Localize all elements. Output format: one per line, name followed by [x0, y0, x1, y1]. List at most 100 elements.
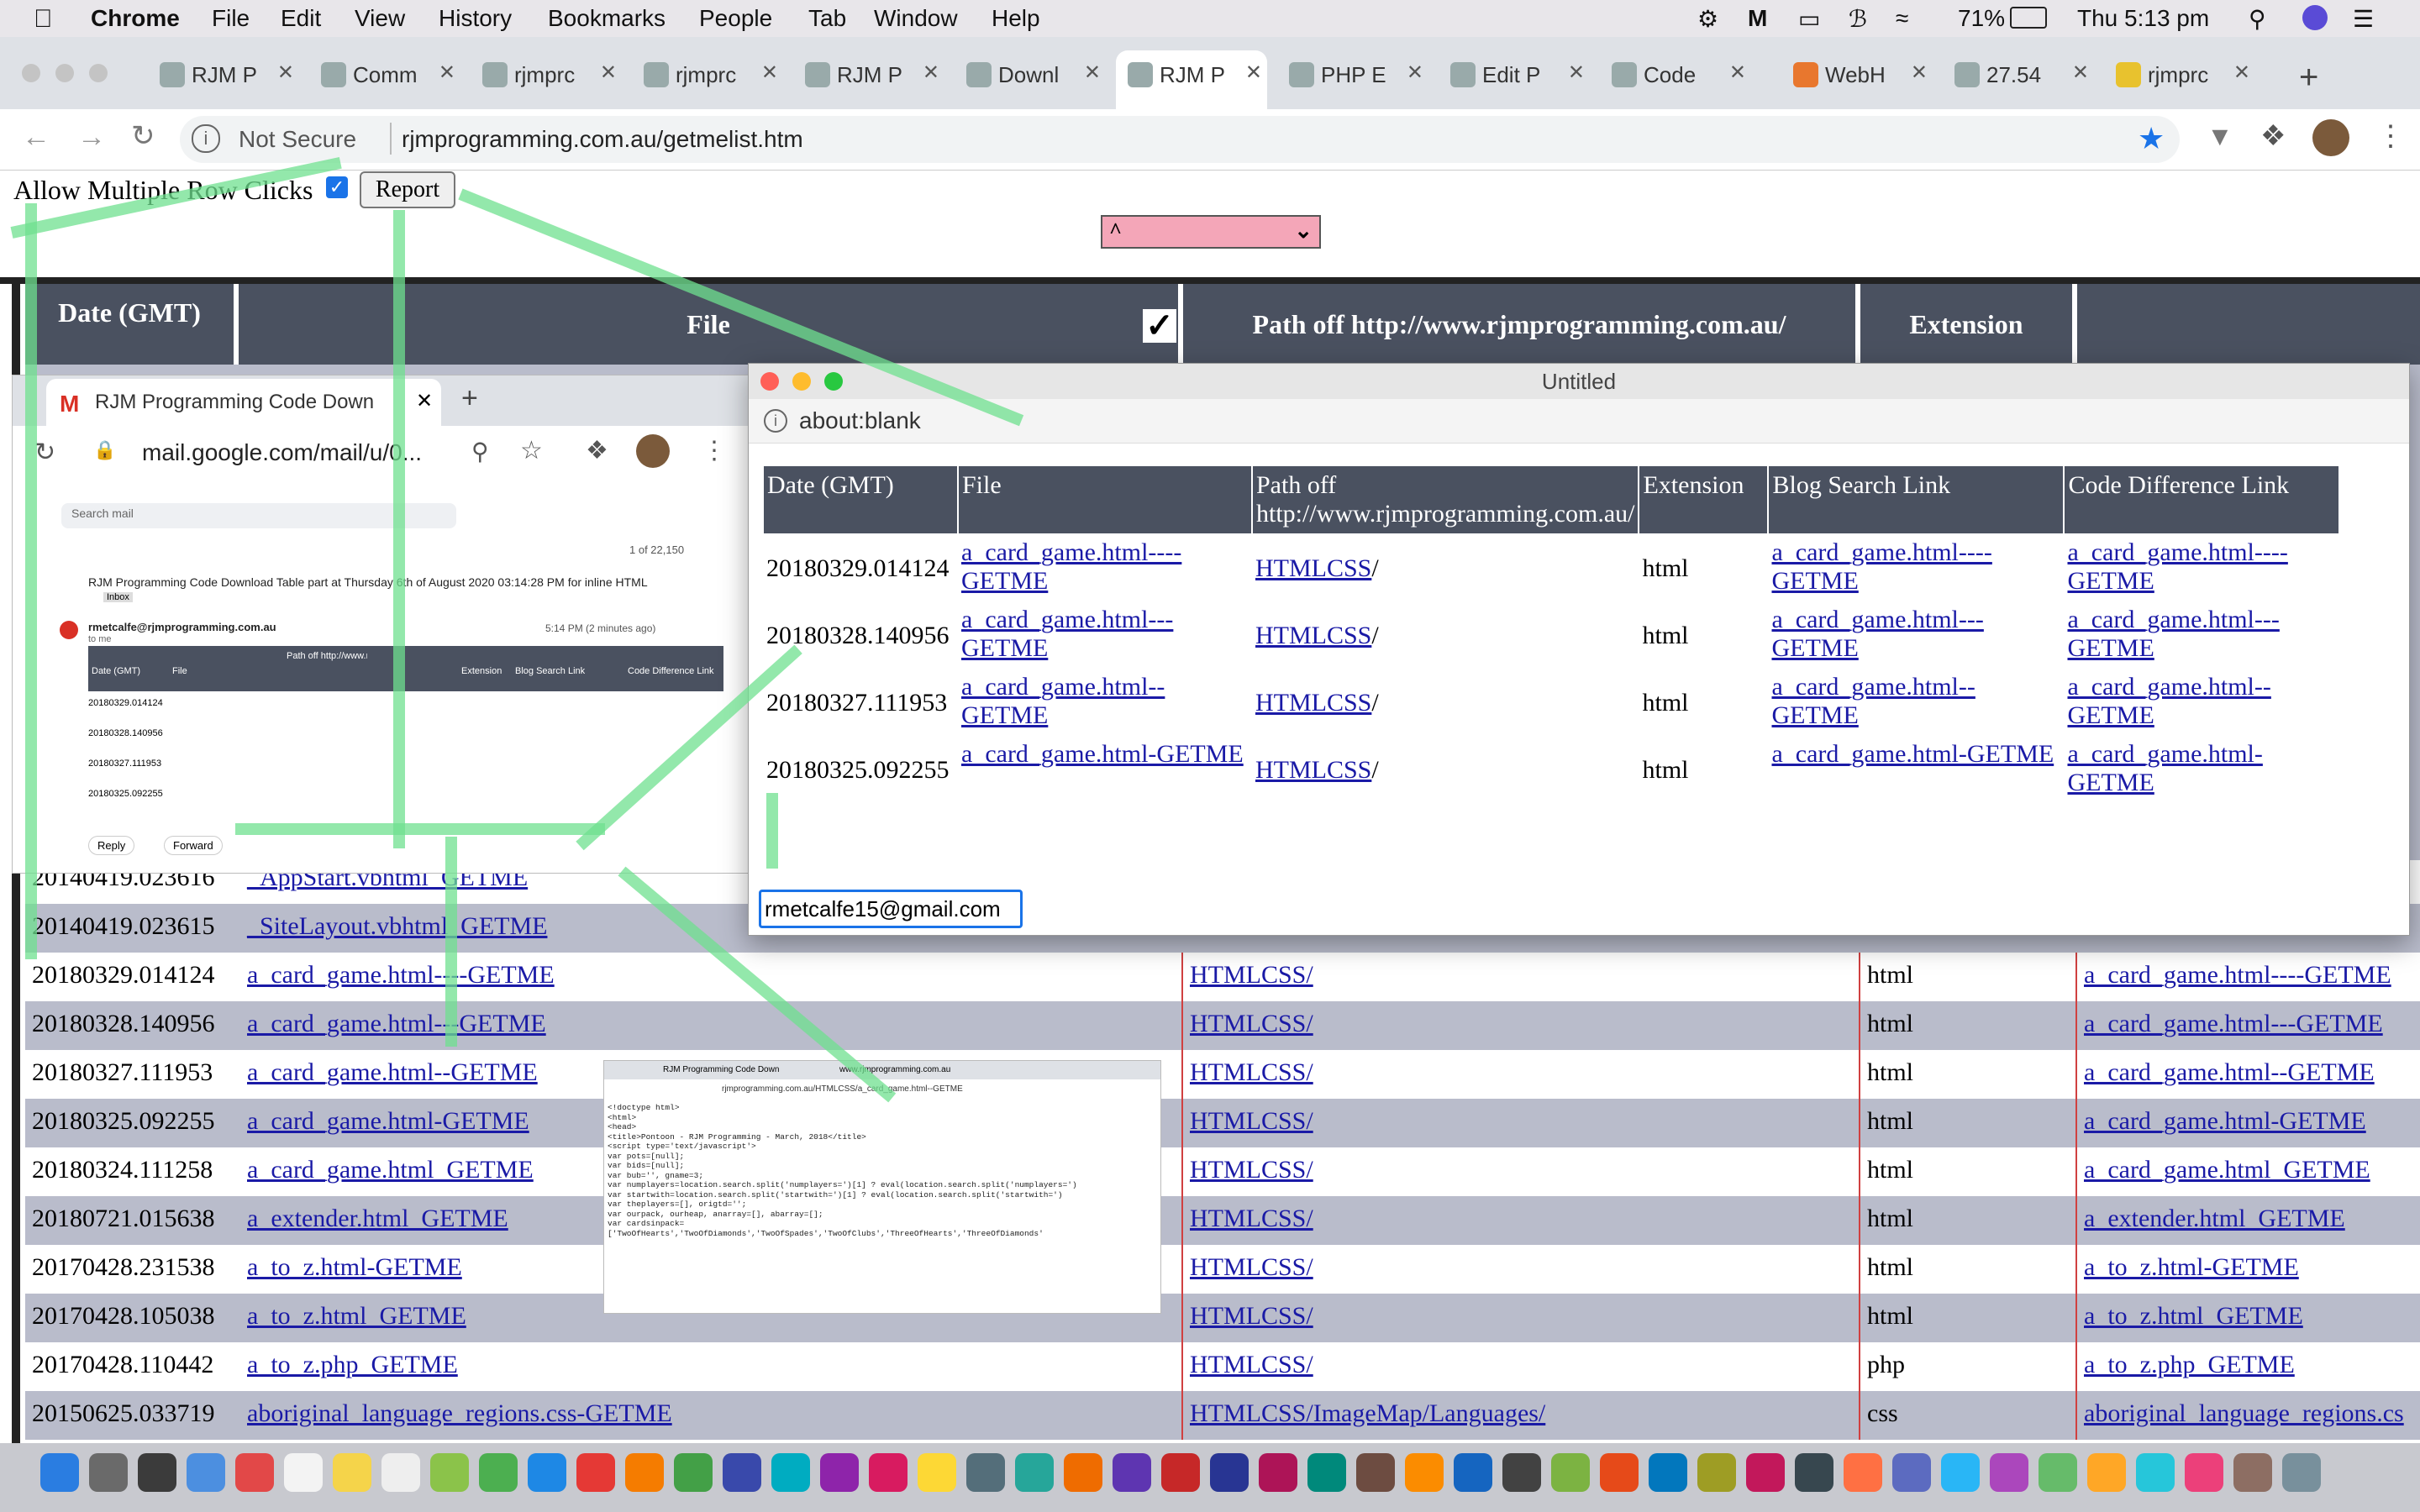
- row-file-link[interactable]: a_card_game.html_GETME: [247, 1156, 534, 1184]
- close-tab-icon[interactable]: ✕: [761, 60, 778, 85]
- close-window-icon[interactable]: [760, 372, 779, 391]
- back-icon[interactable]: ←: [22, 121, 50, 154]
- dock-app-icon[interactable]: [674, 1453, 713, 1492]
- row-path-link[interactable]: HTMLCSS/: [1190, 1351, 1313, 1379]
- row-code-link[interactable]: a_to_z.php_GETME: [2084, 1351, 2295, 1379]
- row-file-link[interactable]: a_to_z.html-GETME: [247, 1253, 462, 1282]
- forward-icon[interactable]: →: [77, 121, 106, 154]
- tab[interactable]: PHP E ✕: [1277, 55, 1428, 99]
- info-icon[interactable]: i: [192, 124, 220, 153]
- row-path-link[interactable]: HTMLCSS/: [1190, 1010, 1313, 1038]
- dock-app-icon[interactable]: [1990, 1453, 2028, 1492]
- control-center-icon[interactable]: ☰: [2353, 5, 2374, 33]
- dock-app-icon[interactable]: [1502, 1453, 1541, 1492]
- popup-row[interactable]: 20180325.092255 a_card_game.html-GETME H…: [763, 737, 2339, 804]
- gmail-status-icon[interactable]: M: [1748, 5, 1767, 32]
- menu-kebab-icon[interactable]: ⋮: [2376, 119, 2405, 153]
- dock-app-icon[interactable]: [479, 1453, 518, 1492]
- status-icon[interactable]: ⚙: [1697, 5, 1718, 33]
- address-bar[interactable]: i Not Secure rjmprogramming.com.au/getme…: [180, 116, 2180, 163]
- dock-app-icon[interactable]: [2087, 1453, 2126, 1492]
- tab[interactable]: Edit P ✕: [1439, 55, 1590, 99]
- row-file-link[interactable]: a_card_game.html-GETME: [247, 1107, 529, 1136]
- header-path[interactable]: Path off http://www.rjmprogramming.com.a…: [1183, 284, 1855, 365]
- table-row[interactable]: 20170428.110442 a_to_z.php_GETME HTMLCSS/p…: [25, 1342, 2420, 1391]
- popup-row-code-link[interactable]: a_card_game.html---GETME: [2064, 602, 2339, 669]
- close-tab-icon[interactable]: ✕: [1729, 60, 1746, 85]
- popup-row-path-link[interactable]: HTMLCSS: [1255, 554, 1371, 582]
- dock-app-icon[interactable]: [235, 1453, 274, 1492]
- close-tab-icon[interactable]: ✕: [439, 60, 455, 85]
- menu-file[interactable]: File: [212, 5, 250, 32]
- row-path-link[interactable]: HTMLCSS/: [1190, 1058, 1313, 1087]
- dock-app-icon[interactable]: [40, 1453, 79, 1492]
- row-path-link[interactable]: HTMLCSS/: [1190, 1302, 1313, 1331]
- apple-icon[interactable]: : [34, 5, 53, 34]
- row-path-link[interactable]: HTMLCSS/: [1190, 1205, 1313, 1233]
- row-code-link[interactable]: a_card_game.html---GETME: [2084, 1010, 2383, 1038]
- header-checkmark-icon[interactable]: ✓: [1143, 309, 1176, 343]
- row-code-link[interactable]: a_card_game.html--GETME: [2084, 1058, 2375, 1087]
- close-tab-icon[interactable]: ✕: [2072, 60, 2089, 85]
- header-extension[interactable]: Extension: [1860, 284, 2072, 365]
- row-file-link[interactable]: a_to_z.php_GETME: [247, 1351, 458, 1379]
- popup-row[interactable]: 20180329.014124 a_card_game.html----GETM…: [763, 534, 2339, 602]
- table-row[interactable]: 20180324.111258 a_card_game.html_GETME HTM…: [25, 1147, 2420, 1196]
- dock-app-icon[interactable]: [1307, 1453, 1346, 1492]
- tab[interactable]: WebH ✕: [1781, 55, 1933, 99]
- dock-app-icon[interactable]: [333, 1453, 371, 1492]
- tab[interactable]: Downl ✕: [955, 55, 1106, 99]
- dock-app-icon[interactable]: [1405, 1453, 1444, 1492]
- popup-row-blog-link[interactable]: a_card_game.html--GETME: [1768, 669, 2064, 737]
- row-file-link[interactable]: _SiteLayout.vbhtml_GETME: [247, 912, 547, 941]
- header-date[interactable]: Date (GMT): [25, 284, 234, 365]
- row-code-link[interactable]: a_extender.html_GETME: [2084, 1205, 2345, 1233]
- dock-app-icon[interactable]: [771, 1453, 810, 1492]
- extension-icon[interactable]: ▼: [2207, 121, 2233, 152]
- dock-app-icon[interactable]: [528, 1453, 566, 1492]
- popup-row[interactable]: 20180328.140956 a_card_game.html---GETME…: [763, 602, 2339, 669]
- close-tab-icon[interactable]: ✕: [1911, 60, 1928, 85]
- close-tab-icon[interactable]: ✕: [1407, 60, 1423, 85]
- dock-app-icon[interactable]: [966, 1453, 1005, 1492]
- dock-app-icon[interactable]: [187, 1453, 225, 1492]
- dock-app-icon[interactable]: [576, 1453, 615, 1492]
- app-menu[interactable]: Chrome: [91, 5, 180, 32]
- popup-row-path-link[interactable]: HTMLCSS: [1255, 689, 1371, 717]
- tab[interactable]: rjmprc ✕: [2104, 55, 2255, 99]
- tab[interactable]: rjmprc ✕: [632, 55, 783, 99]
- table-row[interactable]: 20180721.015638 a_extender.html_GETME HTML…: [25, 1196, 2420, 1245]
- dock-app-icon[interactable]: [1941, 1453, 1980, 1492]
- airplay-icon[interactable]: ▭: [1798, 5, 1820, 33]
- dock-app-icon[interactable]: [1454, 1453, 1492, 1492]
- row-path-link[interactable]: HTMLCSS/: [1190, 1253, 1313, 1282]
- dock-app-icon[interactable]: [918, 1453, 956, 1492]
- close-tab-icon[interactable]: ✕: [1245, 60, 1262, 85]
- popup-url[interactable]: about:blank: [799, 407, 921, 434]
- jump-select[interactable]: ^ ⌄: [1101, 215, 1321, 249]
- dock-app-icon[interactable]: [2136, 1453, 2175, 1492]
- popup-row-file-link[interactable]: a_card_game.html-GETME: [958, 737, 1252, 804]
- close-tab-icon[interactable]: ✕: [600, 60, 617, 85]
- dock-app-icon[interactable]: [1892, 1453, 1931, 1492]
- row-file-link[interactable]: a_to_z.html_GETME: [247, 1302, 466, 1331]
- popup-row-code-link[interactable]: a_card_game.html-GETME: [2064, 737, 2339, 804]
- url-text[interactable]: rjmprogramming.com.au/getmelist.htm: [390, 126, 803, 153]
- dock-app-icon[interactable]: [430, 1453, 469, 1492]
- dock-app-icon[interactable]: [1844, 1453, 1882, 1492]
- dock-app-icon[interactable]: [1795, 1453, 1833, 1492]
- popup-row-code-link[interactable]: a_card_game.html--GETME: [2064, 669, 2339, 737]
- allow-multiple-checkbox[interactable]: ✓: [326, 176, 348, 198]
- popup-row-path-link[interactable]: HTMLCSS: [1255, 756, 1371, 784]
- bluetooth-icon[interactable]: ℬ: [1849, 5, 1867, 33]
- row-code-link[interactable]: a_card_game.html-GETME: [2084, 1107, 2366, 1136]
- dock-app-icon[interactable]: [1064, 1453, 1102, 1492]
- menu-view[interactable]: View: [355, 5, 405, 32]
- popup-row-blog-link[interactable]: a_card_game.html----GETME: [1768, 534, 2064, 602]
- puzzle-extensions-icon[interactable]: ❖: [2260, 119, 2286, 153]
- dock-app-icon[interactable]: [869, 1453, 908, 1492]
- new-tab-icon[interactable]: +: [2299, 59, 2318, 97]
- dock-app-icon[interactable]: [820, 1453, 859, 1492]
- close-tab-icon[interactable]: ✕: [1568, 60, 1585, 85]
- row-file-link[interactable]: a_card_game.html---GETME: [247, 1010, 546, 1038]
